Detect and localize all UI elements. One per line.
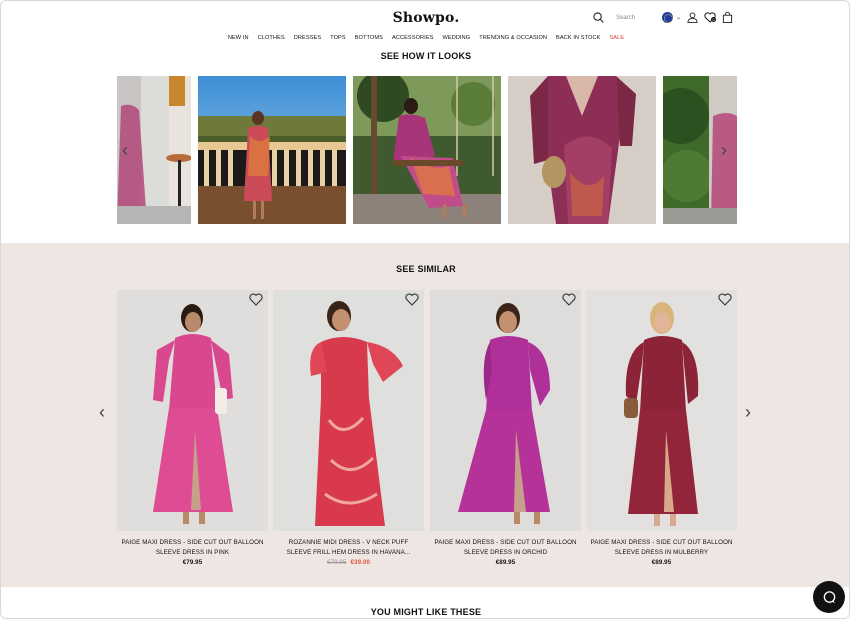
nav-item-bottoms[interactable]: BOTTOMS [355, 35, 383, 41]
product-image[interactable] [586, 290, 737, 531]
account-icon[interactable] [687, 12, 698, 23]
product-sale-price: €39.00 [350, 559, 371, 566]
product-name-line1[interactable]: PAIGE MAXI DRESS - SIDE CUT OUT BALLOON [586, 538, 737, 548]
nav-item-sale[interactable]: SALE [609, 35, 624, 41]
product-card[interactable] [117, 290, 268, 531]
similar-prev-arrow-icon[interactable]: ‹ [99, 403, 105, 421]
header-icons: ⌄ 0 [662, 12, 733, 23]
nav-item-wedding[interactable]: WEDDING [443, 35, 471, 41]
product-price: €79.95 [182, 559, 203, 566]
nav-item-trending[interactable]: TRENDING & OCCASION [479, 35, 547, 41]
chat-button[interactable] [813, 581, 845, 613]
search-input[interactable]: Search [616, 15, 635, 21]
section-title-see-how-it-looks: SEE HOW IT LOOKS [380, 51, 472, 61]
product-card[interactable] [430, 290, 581, 531]
product-name-line1[interactable]: PAIGE MAXI DRESS - SIDE CUT OUT BALLOON [117, 538, 268, 548]
looks-next-arrow-icon[interactable]: › [721, 141, 727, 159]
look-photo[interactable] [117, 76, 191, 224]
product-image[interactable] [273, 290, 424, 531]
product-old-price: €79.95 [326, 559, 347, 566]
product-card[interactable] [586, 290, 737, 531]
browser-frame: Showpo. Search ⌄ 0 NEW IN CLOTHES DRESSE… [0, 0, 850, 619]
look-photo[interactable] [198, 76, 346, 224]
main-nav: NEW IN CLOTHES DRESSES TOPS BOTTOMS ACCE… [1, 35, 849, 41]
product-price: €89.95 [495, 559, 516, 566]
product-image[interactable] [430, 290, 581, 531]
looks-carousel [117, 76, 737, 224]
look-photo[interactable] [353, 76, 501, 224]
product-price: €89.95 [651, 559, 672, 566]
nav-item-accessories[interactable]: ACCESSORIES [392, 35, 434, 41]
site-header: Showpo. Search ⌄ 0 NEW IN CLOTHES DRESSE… [1, 1, 849, 47]
product-info[interactable]: PAIGE MAXI DRESS - SIDE CUT OUT BALLOON … [117, 538, 268, 568]
cart-icon[interactable] [722, 12, 733, 23]
nav-item-back-in-stock[interactable]: BACK IN STOCK [556, 35, 600, 41]
wishlist-icon[interactable]: 0 [704, 12, 717, 23]
product-price: €79.95 €39.00 [273, 558, 424, 568]
search-icon[interactable] [593, 12, 604, 23]
heart-icon[interactable] [562, 293, 576, 306]
look-photo[interactable] [508, 76, 656, 224]
nav-item-new-in[interactable]: NEW IN [228, 35, 249, 41]
product-image[interactable] [117, 290, 268, 531]
nav-item-clothes[interactable]: CLOTHES [258, 35, 285, 41]
product-info[interactable]: PAIGE MAXI DRESS - SIDE CUT OUT BALLOON … [586, 538, 737, 568]
product-card[interactable] [273, 290, 424, 531]
heart-icon[interactable] [249, 293, 263, 306]
product-info[interactable]: ROZANNIE MIDI DRESS - V NECK PUFF SLEEVE… [273, 538, 424, 568]
product-name-line1[interactable]: PAIGE MAXI DRESS - SIDE CUT OUT BALLOON [430, 538, 581, 548]
nav-item-tops[interactable]: TOPS [330, 35, 346, 41]
chat-bubble-icon [823, 590, 835, 603]
product-name-line2[interactable]: SLEEVE DRESS IN ORCHID [430, 548, 581, 558]
product-name-line2[interactable]: SLEEVE FRILL HEM DRESS IN HAVANA... [273, 548, 424, 558]
heart-icon[interactable] [718, 293, 732, 306]
looks-prev-arrow-icon[interactable]: ‹ [122, 141, 128, 159]
eu-flag-icon[interactable] [662, 12, 673, 23]
similar-next-arrow-icon[interactable]: › [745, 403, 751, 421]
section-title-see-similar: SEE SIMILAR [396, 264, 456, 274]
nav-item-dresses[interactable]: DRESSES [294, 35, 321, 41]
search-box[interactable]: Search [593, 12, 635, 23]
heart-icon[interactable] [405, 293, 419, 306]
product-name-line1[interactable]: ROZANNIE MIDI DRESS - V NECK PUFF [273, 538, 424, 548]
product-name-line2[interactable]: SLEEVE DRESS IN PINK [117, 548, 268, 558]
product-info[interactable]: PAIGE MAXI DRESS - SIDE CUT OUT BALLOON … [430, 538, 581, 568]
chevron-down-icon[interactable]: ⌄ [676, 14, 681, 21]
product-name-line2[interactable]: SLEEVE DRESS IN MULBERRY [586, 548, 737, 558]
section-title-you-might-like: YOU MIGHT LIKE THESE [370, 607, 482, 617]
